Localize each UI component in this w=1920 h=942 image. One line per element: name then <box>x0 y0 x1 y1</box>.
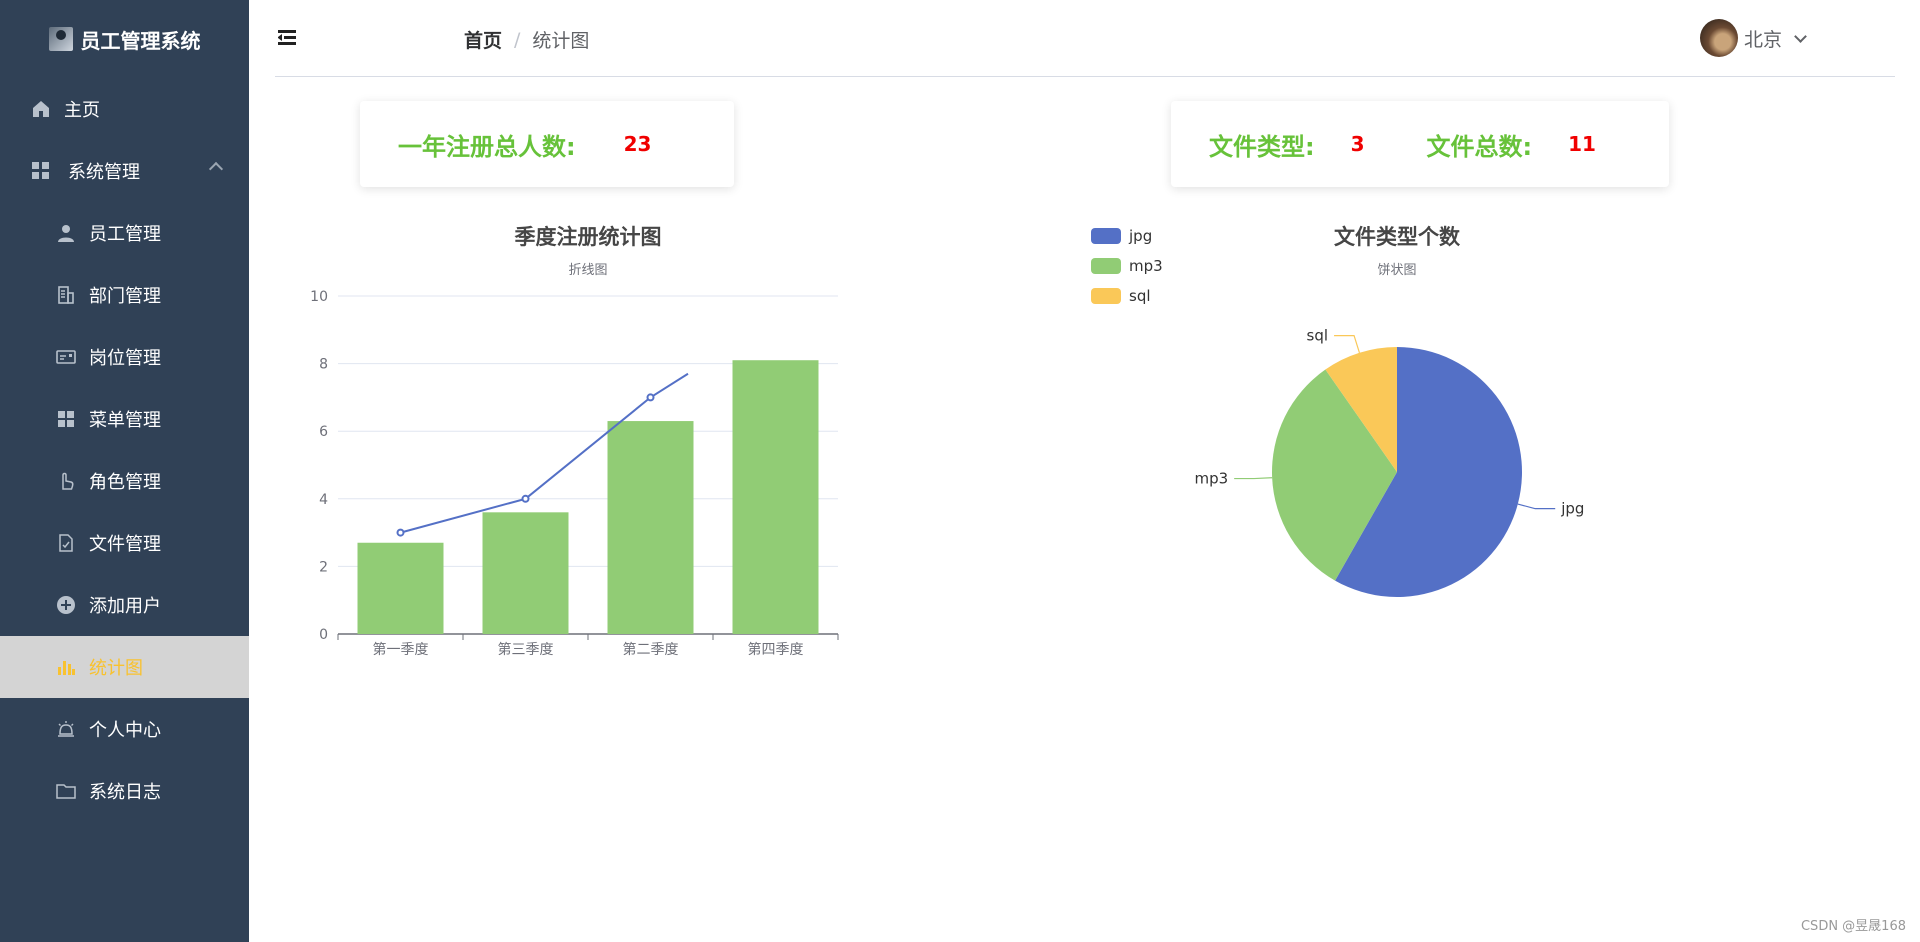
id-card-icon <box>55 346 77 368</box>
document-icon <box>55 532 77 554</box>
bar-chart-title: 季度注册统计图 <box>515 225 662 249</box>
file-type-label: 文件类型: <box>1209 132 1315 161</box>
sidebar-item-label: 系统日志 <box>89 782 161 803</box>
line-point <box>396 528 405 537</box>
legend-label: sql <box>1129 287 1151 305</box>
sidebar-item-home[interactable]: 主页 <box>0 78 249 140</box>
bell-icon <box>55 718 77 740</box>
pie-chart-title: 文件类型个数 <box>1334 225 1461 249</box>
legend-swatch <box>1091 288 1121 304</box>
file-total-label: 文件总数: <box>1426 132 1533 161</box>
bar <box>607 421 694 634</box>
x-tick-label: 第四季度 <box>748 641 804 658</box>
sidebar-item-roles[interactable]: 角色管理 <box>0 450 249 512</box>
sidebar-item-label: 系统管理 <box>68 162 140 183</box>
line-point <box>521 494 530 503</box>
bar <box>482 512 569 634</box>
sidebar-item-logs[interactable]: 系统日志 <box>0 760 249 822</box>
grid-icon <box>30 160 52 182</box>
legend-label: jpg <box>1128 227 1152 245</box>
plus-circle-icon <box>55 594 77 616</box>
chevron-down-icon[interactable] <box>1794 29 1807 43</box>
breadcrumb-current: 统计图 <box>532 30 590 52</box>
sidebar-item-label: 菜单管理 <box>89 410 161 431</box>
x-tick-label: 第三季度 <box>498 641 554 658</box>
bar-chart-icon <box>55 656 77 678</box>
pie-slice <box>1335 347 1523 597</box>
annual-registrations-value: 23 <box>623 132 652 156</box>
sidebar-item-departments[interactable]: 部门管理 <box>0 264 249 326</box>
annual-registrations-label: 一年注册总人数: <box>398 132 576 161</box>
pie-label-line <box>1517 503 1556 510</box>
sidebar-item-system[interactable]: 系统管理 <box>0 140 249 202</box>
watermark: CSDN @昱晟168 <box>1800 919 1906 934</box>
user-menu[interactable]: 北京 <box>1699 19 1807 57</box>
app-title: 员工管理系统 <box>80 28 201 53</box>
sidebar-item-employees[interactable]: 员工管理 <box>0 202 249 264</box>
collapse-menu-icon[interactable] <box>278 30 296 46</box>
hand-icon <box>55 470 77 492</box>
folder-icon <box>55 780 77 802</box>
app-logo[interactable]: 员工管理系统 <box>0 0 249 78</box>
y-tick-label: 0 <box>319 627 328 643</box>
breadcrumb-home-link[interactable]: 首页 <box>464 26 502 53</box>
pie-label-line <box>1334 335 1361 353</box>
pie-slice <box>1325 347 1397 472</box>
pie-label-line <box>1234 477 1273 480</box>
app-root: 员工管理系统 主页 系统管理 员工管理 部门管理 岗位管理 菜单管理 角色管理 … <box>0 0 1920 942</box>
sidebar-item-positions[interactable]: 岗位管理 <box>0 326 249 388</box>
sidebar: 员工管理系统 主页 系统管理 员工管理 部门管理 岗位管理 菜单管理 角色管理 … <box>0 0 249 942</box>
avatar[interactable] <box>1699 19 1738 57</box>
bar <box>357 542 444 634</box>
pie-label: sql <box>1307 327 1329 345</box>
pie-label: jpg <box>1560 500 1584 518</box>
sidebar-item-label: 岗位管理 <box>89 348 161 369</box>
y-tick-label: 10 <box>310 289 328 305</box>
sidebar-item-statistics[interactable]: 统计图 <box>0 636 249 698</box>
sidebar-item-label: 文件管理 <box>89 534 161 555</box>
x-tick-label: 第一季度 <box>373 641 429 658</box>
file-total-value: 11 <box>1568 132 1596 156</box>
x-tick-label: 第二季度 <box>623 641 679 658</box>
sidebar-item-label: 部门管理 <box>89 286 161 307</box>
sidebar-item-menus[interactable]: 菜单管理 <box>0 388 249 450</box>
grid-icon <box>55 408 77 430</box>
sidebar-item-label: 统计图 <box>89 658 143 679</box>
chevron-up-icon <box>208 161 224 177</box>
header-divider <box>275 76 1895 77</box>
logo-avatar-icon <box>48 27 73 51</box>
top-header: 首页 / 统计图 北京 <box>249 0 1920 77</box>
sidebar-item-profile[interactable]: 个人中心 <box>0 698 249 760</box>
legend-swatch <box>1091 258 1121 274</box>
sidebar-item-label: 员工管理 <box>89 224 161 245</box>
y-tick-label: 2 <box>319 559 328 575</box>
breadcrumb: 首页 / 统计图 <box>464 26 589 53</box>
line-series <box>400 372 689 534</box>
user-icon <box>55 222 77 244</box>
user-name[interactable]: 北京 <box>1744 25 1782 52</box>
line-point <box>646 393 655 402</box>
home-icon <box>30 98 52 120</box>
file-type-value: 3 <box>1350 132 1365 156</box>
bar <box>732 360 819 634</box>
breadcrumb-separator: / <box>514 28 521 51</box>
sidebar-item-label: 个人中心 <box>89 720 161 741</box>
annual-registrations-card: 一年注册总人数: 23 <box>360 101 734 187</box>
y-tick-label: 4 <box>319 492 328 508</box>
y-tick-label: 6 <box>319 424 328 440</box>
pie-label: mp3 <box>1194 470 1228 488</box>
legend-swatch <box>1091 228 1121 244</box>
building-icon <box>55 284 77 306</box>
sidebar-item-label: 添加用户 <box>89 596 161 617</box>
legend-label: mp3 <box>1129 257 1163 275</box>
y-tick-label: 8 <box>319 357 328 373</box>
sidebar-item-label: 角色管理 <box>89 472 161 493</box>
pie-slice <box>1272 369 1397 581</box>
sidebar-item-label: 主页 <box>64 100 100 121</box>
sidebar-item-add-user[interactable]: 添加用户 <box>0 574 249 636</box>
sidebar-item-files[interactable]: 文件管理 <box>0 512 249 574</box>
pie-chart-subtitle: 饼状图 <box>1377 263 1416 278</box>
bar-chart-subtitle: 折线图 <box>568 263 607 278</box>
file-stats-card: 文件类型: 3 文件总数: 11 <box>1171 101 1669 187</box>
